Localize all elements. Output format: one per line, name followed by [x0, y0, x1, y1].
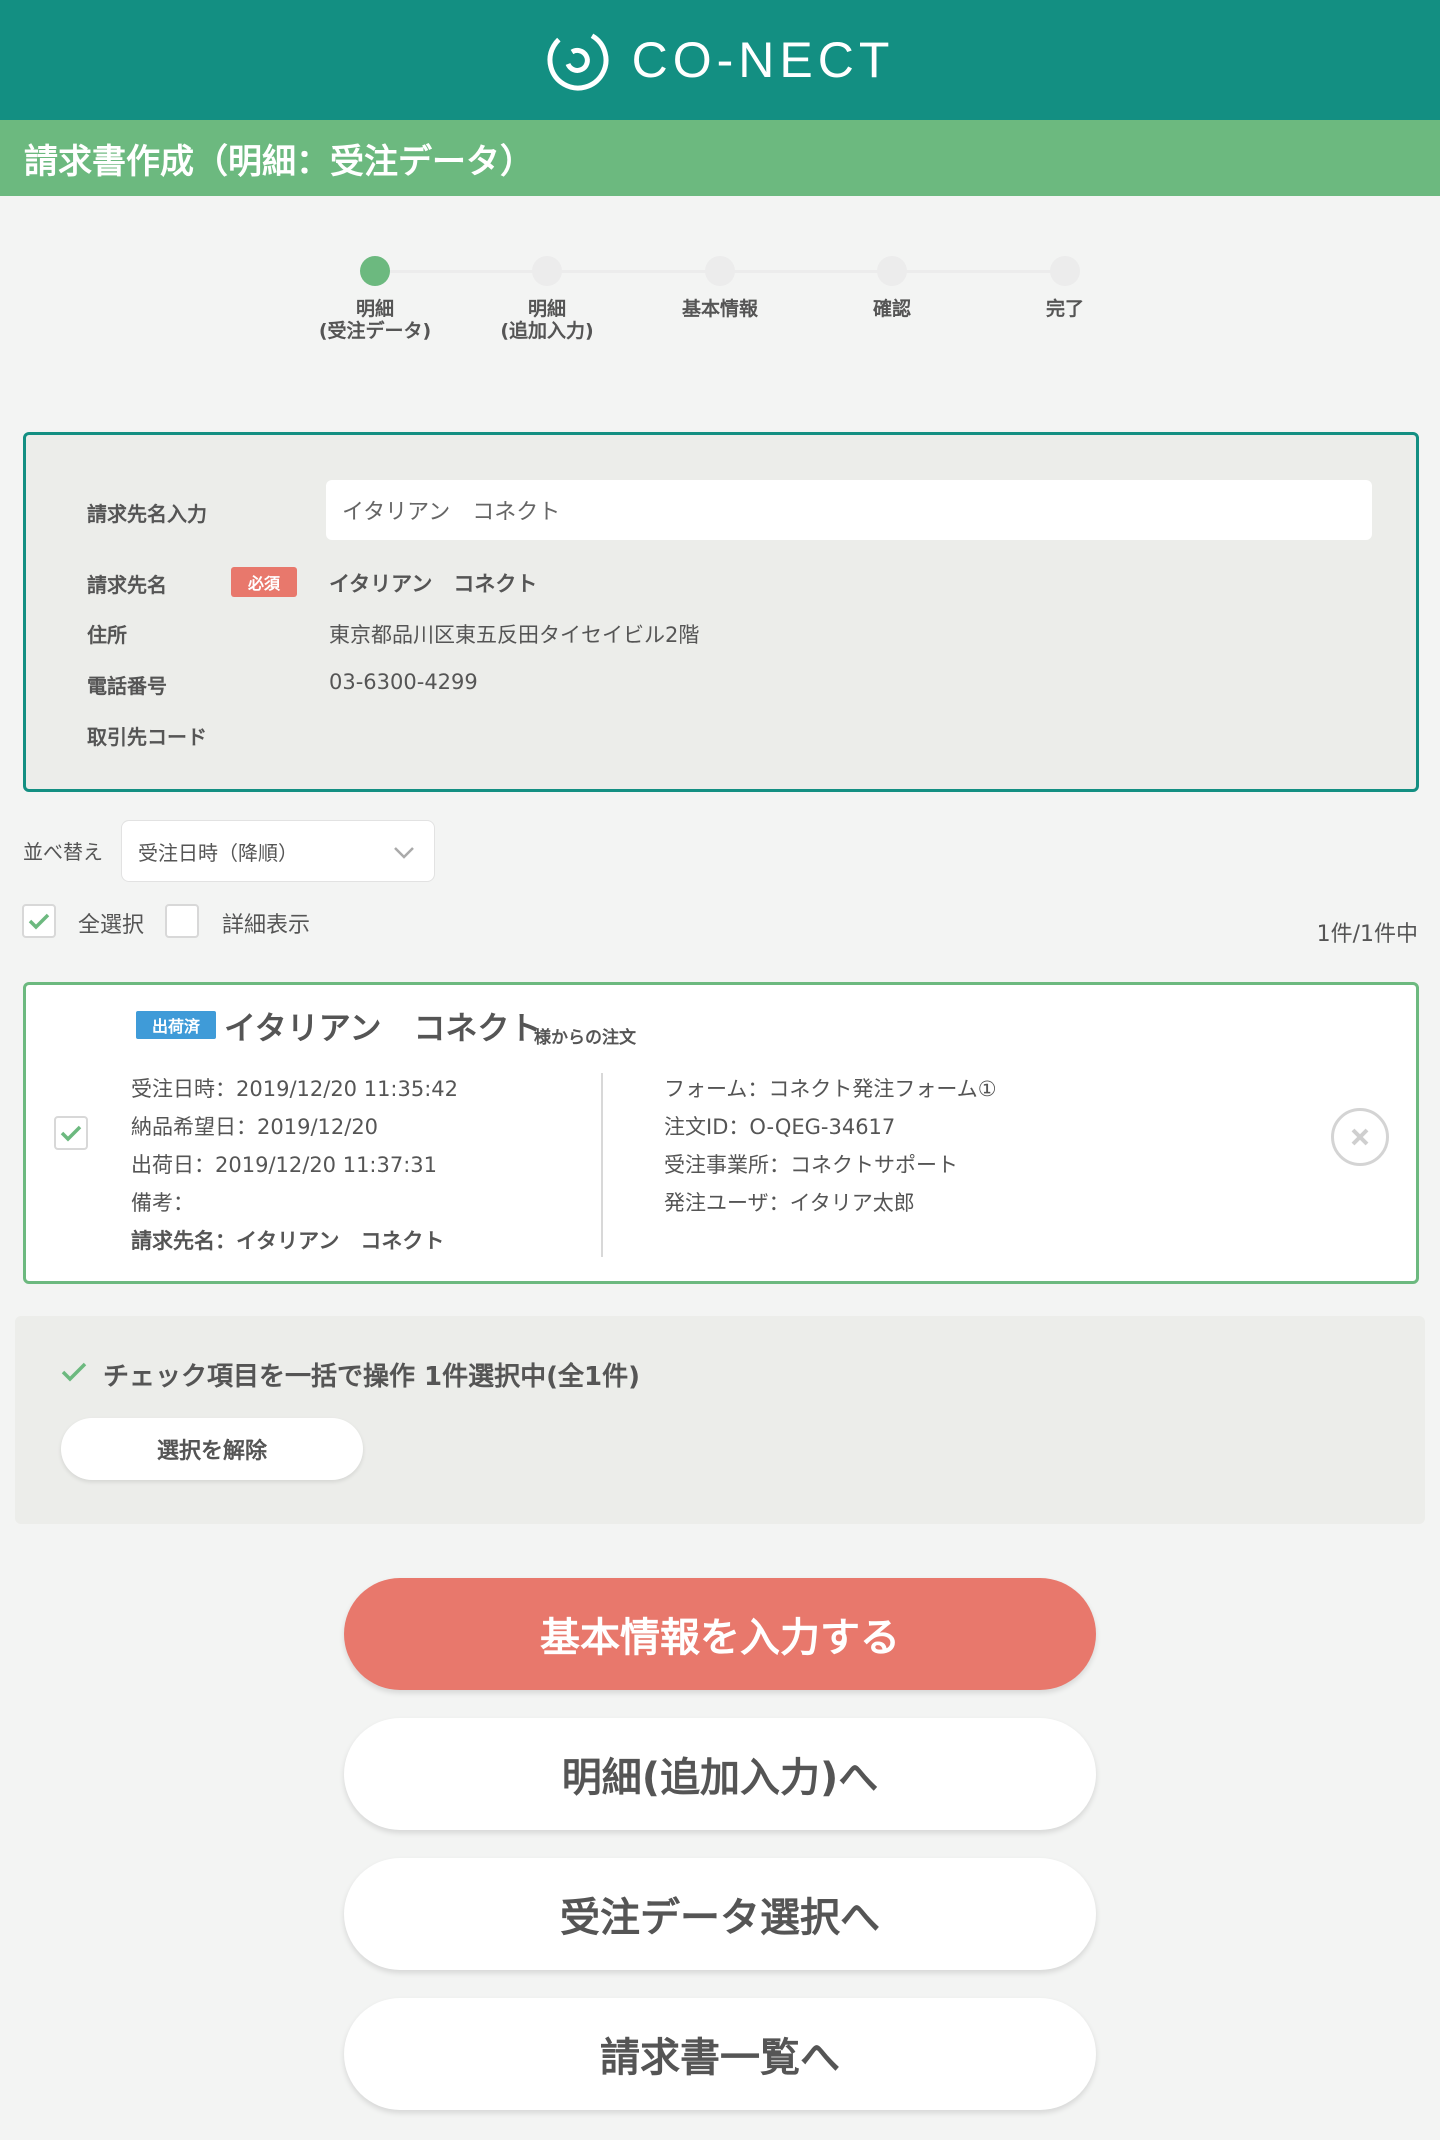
step-dot	[532, 256, 562, 286]
clear-selection-button[interactable]: 選択を解除	[61, 1418, 363, 1480]
client-panel: 請求先名入力 請求先名 必須 イタリアン コネクト 住所 東京都品川区東五反田タ…	[23, 432, 1419, 792]
step-dot	[877, 256, 907, 286]
order-office: 受注事業所：コネクトサポート	[664, 1153, 958, 1177]
order-customer-suffix: 様からの注文	[534, 1028, 636, 1048]
check-icon	[28, 913, 50, 930]
order-id: 注文ID：O-QEG-34617	[664, 1115, 896, 1139]
step-label: 明細 (受注データ)	[318, 298, 432, 342]
required-badge: 必須	[231, 567, 297, 597]
detail-view-checkbox[interactable]	[165, 904, 199, 938]
step-label: 完了	[1045, 298, 1084, 320]
address-value: 東京都品川区東五反田タイセイビル2階	[329, 623, 700, 647]
chevron-down-icon	[394, 847, 414, 859]
step-2: 明細 (追加入力)	[457, 250, 637, 342]
select-all-checkbox[interactable]	[22, 904, 56, 938]
billing-name: 請求先名：イタリアン コネクト	[131, 1229, 445, 1253]
ship-date: 出荷日：2019/12/20 11:37:31	[131, 1153, 438, 1177]
page-title: 請求書作成（明細：受注データ）	[24, 141, 534, 182]
address-label: 住所	[87, 623, 127, 647]
status-badge: 出荷済	[136, 1011, 216, 1039]
step-label: 確認	[872, 298, 911, 320]
order-form: フォーム：コネクト発注フォーム①	[664, 1077, 997, 1101]
progress-stepper: 明細 (受注データ) 明細 (追加入力) 基本情報 確認 完了	[0, 250, 1440, 360]
step-4: 確認	[802, 250, 982, 320]
logo-text: CO-NECT	[631, 32, 895, 88]
client-code-label: 取引先コード	[87, 725, 207, 749]
check-icon	[61, 1362, 87, 1382]
step-label: 基本情報	[681, 298, 758, 320]
conect-logo-icon	[547, 29, 609, 91]
sort-select[interactable]: 受注日時（降順）	[121, 820, 435, 882]
client-name-label: 請求先名	[87, 573, 167, 597]
check-icon	[60, 1125, 82, 1142]
client-name-value: イタリアン コネクト	[329, 572, 538, 596]
order-card: 出荷済 イタリアン コネクト 様からの注文 受注日時：2019/12/20 11…	[23, 982, 1419, 1284]
invoice-list-button[interactable]: 請求書一覧へ	[344, 1998, 1096, 2110]
step-3: 基本情報	[630, 250, 810, 320]
app-header: CO-NECT	[0, 0, 1440, 120]
order-select-button[interactable]: 受注データ選択へ	[344, 1858, 1096, 1970]
detail-view-label: 詳細表示	[222, 913, 311, 938]
phone-label: 電話番号	[87, 674, 167, 698]
remove-order-button[interactable]	[1331, 1108, 1389, 1166]
order-checkbox[interactable]	[54, 1116, 88, 1150]
client-name-input[interactable]	[326, 480, 1372, 540]
sort-select-value: 受注日時（降順）	[138, 840, 298, 865]
close-icon	[1351, 1128, 1369, 1146]
column-divider	[601, 1073, 603, 1257]
delivery-date: 納品希望日：2019/12/20	[131, 1115, 379, 1139]
phone-value: 03-6300-4299	[329, 670, 478, 694]
bulk-action-title: チェック項目を一括で操作 1件選択中(全1件)	[103, 1362, 640, 1392]
bulk-action-panel: チェック項目を一括で操作 1件選択中(全1件) 選択を解除	[15, 1316, 1425, 1524]
step-dot	[705, 256, 735, 286]
order-user: 発注ユーザ：イタリア太郎	[664, 1191, 915, 1215]
order-customer-name: イタリアン コネクト	[224, 1009, 542, 1047]
basic-info-button[interactable]: 基本情報を入力する	[344, 1578, 1096, 1690]
select-all-label: 全選択	[78, 913, 145, 938]
logo[interactable]: CO-NECT	[546, 28, 895, 92]
step-1: 明細 (受注データ)	[285, 250, 465, 342]
step-label: 明細 (追加入力)	[500, 298, 594, 342]
step-5: 完了	[975, 250, 1155, 320]
order-note: 備考：	[131, 1191, 194, 1215]
result-count: 1件/1件中	[1316, 922, 1418, 947]
order-datetime: 受注日時：2019/12/20 11:35:42	[131, 1077, 459, 1101]
additional-details-button[interactable]: 明細(追加入力)へ	[344, 1718, 1096, 1830]
step-dot-active	[360, 256, 390, 286]
page-title-bar: 請求書作成（明細：受注データ）	[0, 120, 1440, 196]
client-input-label: 請求先名入力	[87, 502, 207, 526]
step-dot	[1050, 256, 1080, 286]
sort-label: 並べ替え	[23, 840, 103, 864]
